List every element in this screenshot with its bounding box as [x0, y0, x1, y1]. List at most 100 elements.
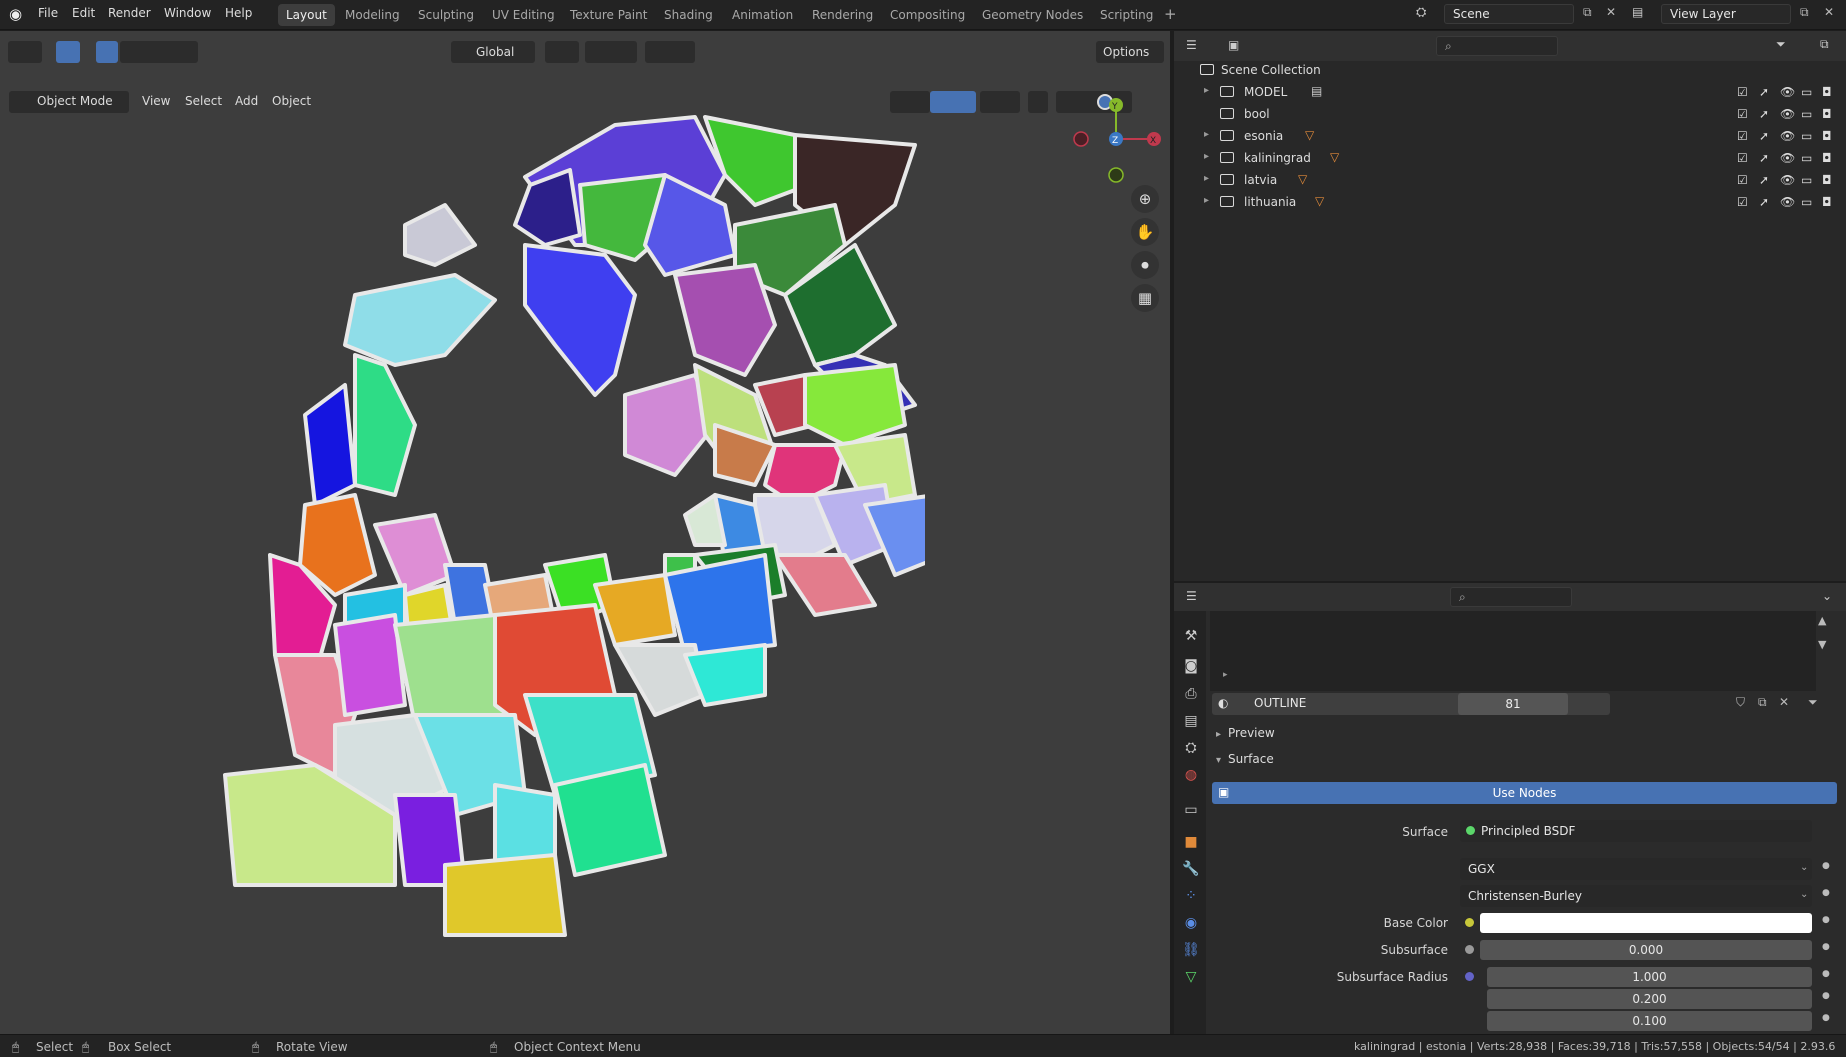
duplicate-material-icon[interactable]: ⧉: [1758, 695, 1767, 710]
render-camera-icon[interactable]: ◘: [1822, 129, 1832, 143]
output-tab-icon[interactable]: ⎙: [1181, 684, 1201, 704]
subsurface-radius-z[interactable]: 0.100: [1487, 1011, 1812, 1031]
render-camera-icon[interactable]: ◘: [1822, 151, 1832, 165]
distribution-dropdown[interactable]: [1460, 858, 1812, 880]
viewport-menu-view[interactable]: View: [142, 94, 170, 108]
viewport-display-icon[interactable]: ▭: [1801, 85, 1812, 99]
object-data-tab-icon[interactable]: ▽: [1181, 967, 1201, 987]
selectable-icon[interactable]: ➚: [1759, 151, 1769, 165]
viewport-display-icon[interactable]: ▭: [1801, 173, 1812, 187]
expand-arrow-icon[interactable]: ▸: [1223, 670, 1228, 680]
render-camera-icon[interactable]: ◘: [1822, 173, 1832, 187]
ortho-grid-icon[interactable]: ▦: [1131, 284, 1159, 312]
browse-node-icon[interactable]: ⏷: [1808, 695, 1818, 710]
menu-edit[interactable]: Edit: [72, 6, 95, 20]
menu-file[interactable]: File: [38, 6, 58, 20]
exclude-checkbox[interactable]: ☑: [1737, 151, 1748, 165]
exclude-checkbox[interactable]: ☑: [1737, 173, 1748, 187]
surface-panel-header[interactable]: Surface: [1228, 752, 1274, 766]
move-down-icon[interactable]: ▼: [1818, 638, 1826, 651]
visibility-eye-icon[interactable]: 👁: [1780, 85, 1795, 99]
selectable-icon[interactable]: ➚: [1759, 107, 1769, 121]
exclude-checkbox[interactable]: ☑: [1737, 195, 1748, 209]
vector-socket-dot[interactable]: [1465, 972, 1474, 981]
selectable-icon[interactable]: ➚: [1759, 173, 1769, 187]
outliner-scene-collection[interactable]: Scene Collection: [1174, 59, 1846, 81]
select-tool-icon[interactable]: [56, 41, 80, 63]
exclude-checkbox[interactable]: ☑: [1737, 107, 1748, 121]
tab-sculpting[interactable]: Sculpting: [410, 4, 482, 26]
expand-arrow-icon[interactable]: ▸: [1204, 173, 1209, 184]
outliner-item-lithuania[interactable]: ▸ lithuania ▽ ☑ ➚ 👁 ▭ ◘: [1174, 191, 1846, 213]
scene-icon[interactable]: ⛭: [1416, 5, 1426, 20]
add-workspace-icon[interactable]: +: [1164, 5, 1177, 23]
preview-collapse-icon[interactable]: ▸: [1216, 729, 1221, 740]
keyframe-dot-icon[interactable]: ●: [1822, 942, 1830, 952]
select-modes-icon[interactable]: [120, 41, 198, 63]
collection-tab-icon[interactable]: ▭: [1181, 800, 1201, 820]
keyframe-dot-icon[interactable]: ●: [1822, 861, 1830, 871]
tab-scripting[interactable]: Scripting: [1092, 4, 1161, 26]
tab-compositing[interactable]: Compositing: [882, 4, 973, 26]
display-mode-icon[interactable]: ▣: [1228, 38, 1239, 52]
fake-user-shield-icon[interactable]: ⛉: [1736, 695, 1745, 710]
blender-logo-icon[interactable]: ◉: [9, 5, 22, 23]
visibility-eye-icon[interactable]: 👁: [1780, 151, 1795, 165]
overlay-toggle-icon[interactable]: [980, 91, 1020, 113]
viewport-display-icon[interactable]: ▭: [1801, 151, 1812, 165]
unlink-material-icon[interactable]: ✕: [1779, 695, 1789, 709]
tab-layout[interactable]: Layout: [278, 4, 335, 26]
render-camera-icon[interactable]: ◘: [1822, 85, 1832, 99]
subsurface-radius-y[interactable]: 0.200: [1487, 989, 1812, 1009]
outliner-item-bool[interactable]: bool ☑ ➚ 👁 ▭ ◘: [1174, 103, 1846, 125]
close-scene-icon[interactable]: ✕: [1606, 5, 1616, 19]
tab-texture-paint[interactable]: Texture Paint: [562, 4, 655, 26]
properties-editor-icon[interactable]: ☰: [1186, 589, 1197, 603]
keyframe-dot-icon[interactable]: ●: [1822, 915, 1830, 925]
physics-tab-icon[interactable]: ◉: [1181, 913, 1201, 933]
expand-arrow-icon[interactable]: ▸: [1204, 129, 1209, 140]
view-layer-icon[interactable]: ▤: [1632, 5, 1643, 19]
viewport-display-icon[interactable]: ▭: [1801, 195, 1812, 209]
render-tab-icon[interactable]: ◙: [1181, 656, 1201, 676]
xray-toggle-icon[interactable]: [1028, 91, 1048, 113]
properties-search-input[interactable]: ⌕: [1450, 587, 1572, 607]
preview-panel-header[interactable]: Preview: [1228, 726, 1275, 740]
visibility-eye-icon[interactable]: 👁: [1780, 107, 1795, 121]
use-nodes-button[interactable]: Use Nodes: [1212, 782, 1837, 804]
render-camera-icon[interactable]: ◘: [1822, 107, 1832, 121]
float-socket-dot[interactable]: [1465, 945, 1474, 954]
filter-icon[interactable]: ⏷: [1776, 37, 1786, 52]
scene-field[interactable]: Scene: [1444, 4, 1574, 24]
snap-icon[interactable]: [585, 41, 637, 63]
outliner-item-esonia[interactable]: ▸ esonia ▽ ☑ ➚ 👁 ▭ ◘: [1174, 125, 1846, 147]
camera-view-icon[interactable]: ⏺: [1131, 251, 1159, 279]
material-sphere-icon[interactable]: ◐: [1218, 696, 1228, 710]
move-up-icon[interactable]: ▲: [1818, 614, 1826, 627]
zoom-icon[interactable]: ⊕: [1131, 185, 1159, 213]
particles-tab-icon[interactable]: ⁘: [1181, 886, 1201, 906]
navigation-gizmo[interactable]: Y X Z: [1060, 95, 1180, 190]
outliner-item-kaliningrad[interactable]: ▸ kaliningrad ▽ ☑ ➚ 👁 ▭ ◘: [1174, 147, 1846, 169]
tab-uv-editing[interactable]: UV Editing: [484, 4, 563, 26]
selectable-icon[interactable]: ➚: [1759, 195, 1769, 209]
visibility-eye-icon[interactable]: 👁: [1780, 173, 1795, 187]
material-user-count[interactable]: 81: [1458, 693, 1568, 715]
world-tab-icon[interactable]: ◍: [1181, 765, 1201, 785]
selectable-icon[interactable]: ➚: [1759, 85, 1769, 99]
keyframe-dot-icon[interactable]: ●: [1822, 888, 1830, 898]
outliner-search-input[interactable]: ⌕: [1436, 36, 1558, 56]
new-collection-icon[interactable]: ⧉: [1820, 37, 1829, 52]
surface-collapse-icon[interactable]: ▾: [1216, 755, 1221, 766]
exclude-checkbox[interactable]: ☑: [1737, 85, 1748, 99]
keyframe-dot-icon[interactable]: ●: [1822, 1013, 1830, 1023]
neg-x-axis-handle[interactable]: [1073, 131, 1089, 147]
expand-arrow-icon[interactable]: ▸: [1204, 85, 1209, 96]
tab-shading[interactable]: Shading: [656, 4, 721, 26]
menu-help[interactable]: Help: [225, 6, 252, 20]
baltic-regions-map[interactable]: [195, 95, 925, 995]
chevron-down-icon[interactable]: ⌄: [1822, 589, 1832, 603]
visibility-eye-icon[interactable]: 👁: [1780, 195, 1795, 209]
gizmo-toggle-icon[interactable]: [930, 91, 976, 113]
tab-geometry-nodes[interactable]: Geometry Nodes: [974, 4, 1091, 26]
